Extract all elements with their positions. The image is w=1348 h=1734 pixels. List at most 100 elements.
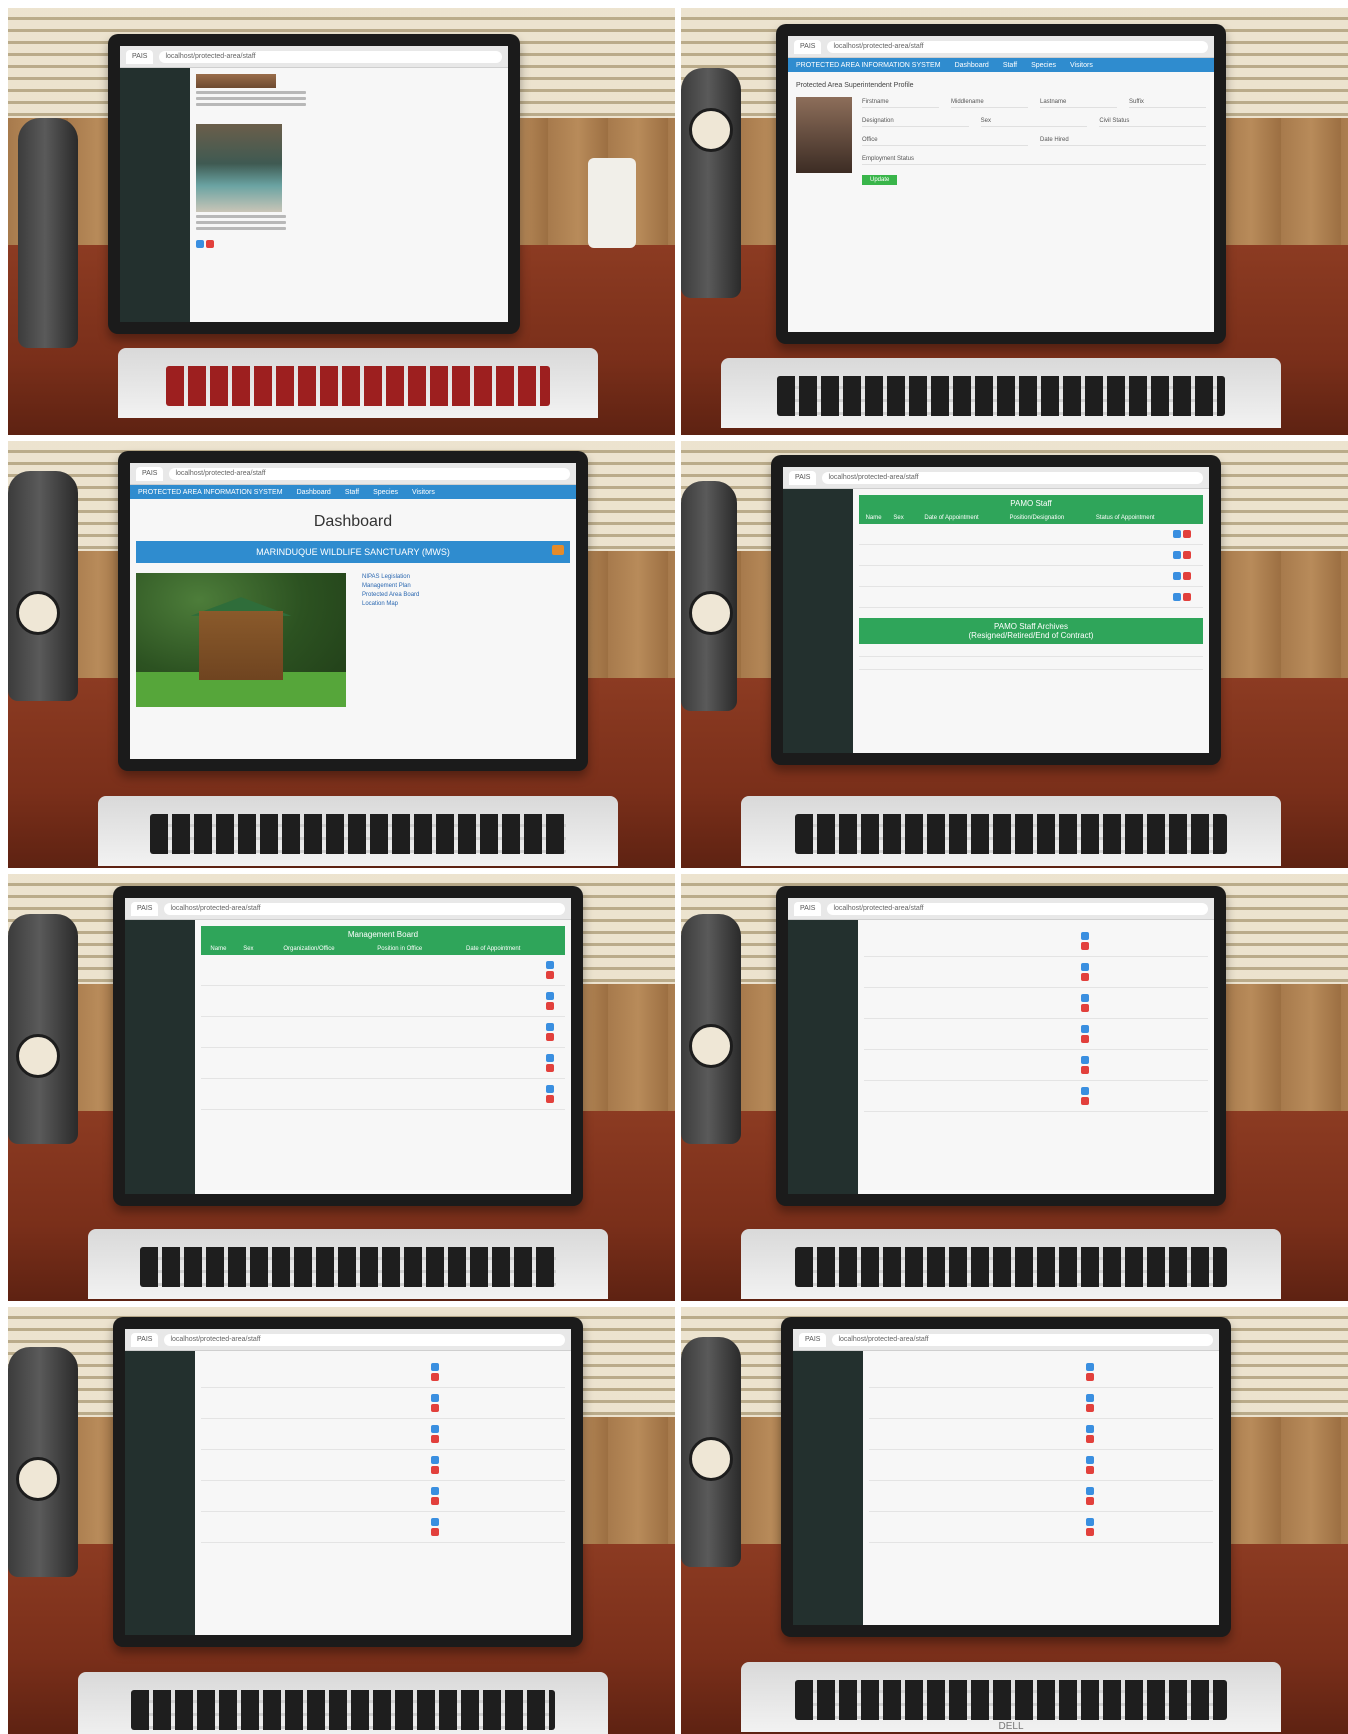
browser-tab[interactable]: PAIS	[131, 1332, 159, 1347]
delete-icon[interactable]	[546, 1033, 555, 1041]
photo-laptop-board-2: PAIS localhost/protected-area/staff	[681, 874, 1348, 1301]
edit-icon[interactable]	[546, 1023, 555, 1031]
browser-tab[interactable]: PAIS	[126, 49, 154, 64]
url-bar[interactable]: localhost/protected-area/staff	[822, 471, 1203, 484]
edit-icon[interactable]	[1086, 1363, 1094, 1371]
delete-icon[interactable]	[430, 1497, 439, 1505]
delete-icon[interactable]	[1081, 1066, 1089, 1074]
laptop-screen: PAIS localhost/protected-area/staff PROT…	[118, 451, 588, 771]
screen-dashboard: PAIS localhost/protected-area/staff PROT…	[130, 463, 576, 759]
update-button[interactable]: Update	[862, 175, 898, 185]
nav-staff[interactable]: Staff	[345, 489, 359, 496]
edit-icon[interactable]	[1081, 932, 1089, 940]
delete-icon[interactable]	[1086, 1466, 1094, 1474]
delete-icon[interactable]	[1081, 942, 1089, 950]
link-item[interactable]: Management Plan	[362, 582, 419, 591]
delete-icon[interactable]	[430, 1373, 439, 1381]
edit-icon[interactable]	[430, 1363, 439, 1371]
delete-icon[interactable]	[206, 240, 214, 248]
edit-icon[interactable]	[196, 240, 204, 248]
browser-tab[interactable]: PAIS	[794, 39, 822, 54]
nav-visitors[interactable]: Visitors	[412, 489, 435, 496]
column-header: Date of Appointment	[442, 943, 545, 955]
edit-icon[interactable]	[1081, 994, 1089, 1002]
edit-icon[interactable]	[430, 1394, 439, 1402]
edit-icon[interactable]	[546, 1054, 555, 1062]
edit-icon[interactable]	[1086, 1487, 1094, 1495]
browser-tab[interactable]: PAIS	[789, 470, 817, 485]
edit-icon[interactable]	[1086, 1456, 1094, 1464]
edit-icon[interactable]	[1081, 1025, 1089, 1033]
browser-tab[interactable]: PAIS	[794, 901, 822, 916]
edit-icon[interactable]	[546, 1085, 555, 1093]
edit-icon[interactable]	[1081, 1087, 1089, 1095]
nav-staff[interactable]: Staff	[1003, 62, 1017, 69]
edit-icon[interactable]	[430, 1456, 439, 1464]
browser-tab[interactable]: PAIS	[799, 1332, 827, 1347]
edit-icon[interactable]	[546, 961, 555, 969]
delete-icon[interactable]	[1081, 973, 1089, 981]
edit-icon[interactable]	[1172, 530, 1181, 538]
column-header	[1170, 512, 1203, 524]
delete-icon[interactable]	[1086, 1373, 1094, 1381]
url-bar[interactable]: localhost/protected-area/staff	[159, 50, 502, 63]
delete-icon[interactable]	[1182, 551, 1191, 559]
edit-icon[interactable]	[1086, 1394, 1094, 1402]
edit-icon[interactable]	[546, 992, 555, 1000]
avatar	[796, 97, 852, 173]
banner-button[interactable]	[552, 545, 564, 555]
delete-icon[interactable]	[1081, 1035, 1089, 1043]
url-bar[interactable]: localhost/protected-area/staff	[827, 40, 1208, 53]
url-bar[interactable]: localhost/protected-area/staff	[832, 1333, 1213, 1346]
delete-icon[interactable]	[1086, 1435, 1094, 1443]
delete-icon[interactable]	[1182, 530, 1191, 538]
delete-icon[interactable]	[1081, 1097, 1089, 1105]
delete-icon[interactable]	[430, 1528, 439, 1536]
delete-icon[interactable]	[430, 1466, 439, 1474]
delete-icon[interactable]	[1182, 572, 1191, 580]
browser-tab[interactable]: PAIS	[136, 466, 164, 481]
url-bar[interactable]: localhost/protected-area/staff	[827, 902, 1208, 915]
nav-species[interactable]: Species	[1031, 62, 1056, 69]
edit-icon[interactable]	[1172, 551, 1181, 559]
edit-icon[interactable]	[1086, 1518, 1094, 1526]
nav-dashboard[interactable]: Dashboard	[297, 489, 331, 496]
link-item[interactable]: NIPAS Legislation	[362, 573, 419, 582]
delete-icon[interactable]	[430, 1435, 439, 1443]
url-bar[interactable]: localhost/protected-area/staff	[164, 1333, 565, 1346]
nav-dashboard[interactable]: Dashboard	[955, 62, 989, 69]
edit-icon[interactable]	[430, 1487, 439, 1495]
link-item[interactable]: Location Map	[362, 600, 419, 609]
link-item[interactable]: Protected Area Board	[362, 591, 419, 600]
table-row	[859, 586, 1203, 608]
edit-icon[interactable]	[430, 1425, 439, 1433]
browser-bar: PAIS localhost/protected-area/staff	[130, 463, 576, 485]
delete-icon[interactable]	[1182, 593, 1191, 601]
table-row	[864, 1018, 1208, 1050]
url-bar[interactable]: localhost/protected-area/staff	[169, 467, 570, 480]
nav-species[interactable]: Species	[373, 489, 398, 496]
edit-icon[interactable]	[430, 1518, 439, 1526]
delete-icon[interactable]	[1086, 1404, 1094, 1412]
delete-icon[interactable]	[1086, 1528, 1094, 1536]
profile-row: Firstname Middlename Lastname Suffix	[862, 97, 1206, 108]
delete-icon[interactable]	[1086, 1497, 1094, 1505]
app-title: PROTECTED AREA INFORMATION SYSTEM	[796, 61, 941, 69]
edit-icon[interactable]	[1081, 963, 1089, 971]
browser-tab[interactable]: PAIS	[131, 901, 159, 916]
nav-visitors[interactable]: Visitors	[1070, 62, 1093, 69]
edit-icon[interactable]	[1172, 572, 1181, 580]
url-bar[interactable]: localhost/protected-area/staff	[164, 902, 565, 915]
delete-icon[interactable]	[546, 1064, 555, 1072]
edit-icon[interactable]	[1086, 1425, 1094, 1433]
delete-icon[interactable]	[430, 1404, 439, 1412]
table-row	[864, 1080, 1208, 1112]
delete-icon[interactable]	[1081, 1004, 1089, 1012]
edit-icon[interactable]	[1172, 593, 1181, 601]
edit-icon[interactable]	[1081, 1056, 1089, 1064]
delete-icon[interactable]	[546, 971, 555, 979]
keys	[795, 814, 1227, 854]
delete-icon[interactable]	[546, 1095, 555, 1103]
delete-icon[interactable]	[546, 1002, 555, 1010]
table-row	[859, 565, 1203, 587]
